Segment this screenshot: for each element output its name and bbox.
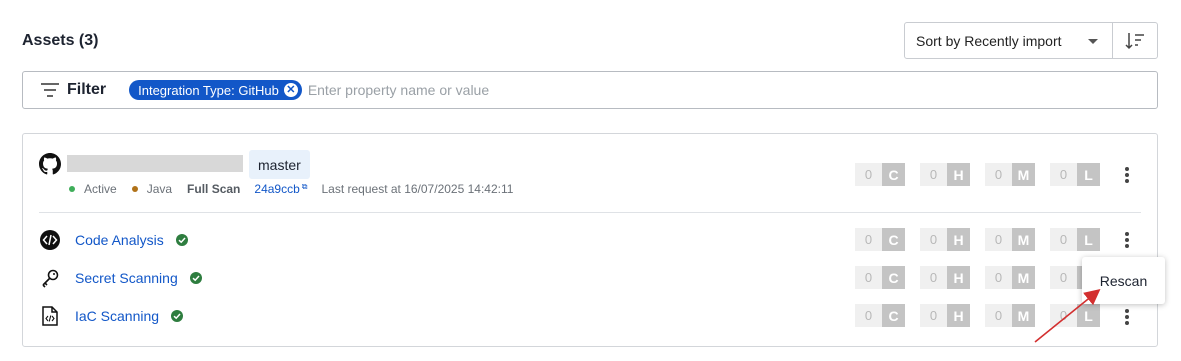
commit-link[interactable]: 24a9ccb ⧉ xyxy=(254,182,307,196)
language-dot xyxy=(131,186,138,192)
filter-bar: Filter Integration Type: GitHub ✕ xyxy=(22,71,1158,109)
github-icon xyxy=(39,153,61,175)
scan-row-secret-scanning: Secret Scanning xyxy=(39,267,202,289)
sort-direction-button[interactable] xyxy=(1113,23,1157,58)
scan-row-code-analysis: Code Analysis xyxy=(39,229,188,251)
severity-high: 0H xyxy=(920,228,970,251)
scan-link-code-analysis[interactable]: Code Analysis xyxy=(75,232,164,248)
check-circle-icon xyxy=(189,272,202,284)
severity-count: 0 xyxy=(985,304,1012,327)
filter-chip-integration-type[interactable]: Integration Type: GitHub ✕ xyxy=(129,80,302,100)
filter-input[interactable] xyxy=(307,82,908,98)
severity-count: 0 xyxy=(1050,228,1077,251)
severity-count: 0 xyxy=(855,266,882,289)
sort-dropdown[interactable]: Sort by Recently import xyxy=(905,23,1113,58)
chevron-down-icon xyxy=(1088,39,1098,44)
severity-letter: C xyxy=(882,304,905,327)
severity-medium: 0M xyxy=(985,266,1035,289)
severity-count: 0 xyxy=(920,228,947,251)
severity-letter: M xyxy=(1012,228,1035,251)
severity-low: 0L xyxy=(1050,228,1100,251)
asset-kebab-menu-button[interactable] xyxy=(1121,165,1133,185)
last-request: Last request at 16/07/2025 14:42:11 xyxy=(321,182,514,196)
language-text: Java xyxy=(146,182,173,196)
check-circle-icon xyxy=(175,234,188,246)
severity-count: 0 xyxy=(1050,266,1077,289)
status-indicator: Active xyxy=(69,182,117,196)
severity-letter: L xyxy=(1077,304,1100,327)
scan-type: Full Scan xyxy=(187,182,241,196)
scan-severity-iac-scanning: 0C 0H 0M 0L xyxy=(855,304,1115,327)
code-brackets-icon xyxy=(39,229,61,251)
commit-hash: 24a9ccb xyxy=(254,182,300,196)
severity-letter: M xyxy=(1012,163,1035,186)
severity-count: 0 xyxy=(920,266,947,289)
severity-letter: L xyxy=(1077,228,1100,251)
filter-button[interactable]: Filter xyxy=(41,81,106,99)
severity-letter: C xyxy=(882,228,905,251)
language-indicator: Java xyxy=(131,182,173,196)
sort-descending-icon xyxy=(1125,32,1144,49)
status-text: Active xyxy=(84,182,117,196)
severity-count: 0 xyxy=(855,304,882,327)
status-dot xyxy=(69,186,75,192)
severity-medium: 0M xyxy=(985,228,1035,251)
severity-letter: H xyxy=(947,228,970,251)
check-circle-icon xyxy=(171,310,184,322)
scan-link-iac-scanning[interactable]: IaC Scanning xyxy=(75,308,159,324)
severity-letter: L xyxy=(1077,163,1100,186)
severity-count: 0 xyxy=(920,304,947,327)
severity-count: 0 xyxy=(1050,304,1077,327)
severity-count: 0 xyxy=(985,228,1012,251)
severity-letter: M xyxy=(1012,266,1035,289)
severity-high: 0H xyxy=(920,266,970,289)
severity-count: 0 xyxy=(1050,163,1077,186)
code-file-icon xyxy=(39,305,61,327)
filter-label: Filter xyxy=(67,81,107,98)
severity-letter: H xyxy=(947,304,970,327)
severity-letter: M xyxy=(1012,304,1035,327)
severity-low: 0L xyxy=(1050,163,1100,186)
sort-label: Sort by Recently import xyxy=(916,32,1062,49)
severity-letter: H xyxy=(947,163,970,186)
severity-count: 0 xyxy=(920,163,947,186)
branch-badge: master xyxy=(249,150,310,179)
scan-kebab-menu-button[interactable] xyxy=(1121,230,1133,250)
severity-high: 0H xyxy=(920,304,970,327)
severity-critical: 0C xyxy=(855,266,905,289)
asset-severity-summary: 0C 0H 0M 0L xyxy=(855,163,1115,186)
asset-meta: Active Java Full Scan 24a9ccb ⧉ Last req… xyxy=(69,182,513,196)
scan-link-secret-scanning[interactable]: Secret Scanning xyxy=(75,270,178,286)
asset-card: master Active Java Full Scan 24a9ccb ⧉ L… xyxy=(22,133,1158,347)
severity-high: 0H xyxy=(920,163,970,186)
severity-critical: 0C xyxy=(855,304,905,327)
severity-medium: 0M xyxy=(985,304,1035,327)
repo-name-redacted[interactable] xyxy=(67,155,243,172)
severity-count: 0 xyxy=(855,228,882,251)
severity-count: 0 xyxy=(855,163,882,186)
severity-count: 0 xyxy=(985,266,1012,289)
rescan-menu-item[interactable]: Rescan xyxy=(1082,257,1165,304)
card-divider xyxy=(39,212,1141,213)
severity-letter: H xyxy=(947,266,970,289)
scan-severity-code-analysis: 0C 0H 0M 0L xyxy=(855,228,1115,251)
close-circle-icon[interactable]: ✕ xyxy=(283,83,298,97)
severity-critical: 0C xyxy=(855,228,905,251)
scan-kebab-menu-button[interactable] xyxy=(1121,307,1133,327)
severity-letter: C xyxy=(882,163,905,186)
filter-chip-label: Integration Type: GitHub xyxy=(138,82,279,98)
severity-medium: 0M xyxy=(985,163,1035,186)
severity-critical: 0C xyxy=(855,163,905,186)
assets-title: Assets (3) xyxy=(22,32,99,49)
external-link-icon: ⧉ xyxy=(301,182,308,191)
sort-control: Sort by Recently import xyxy=(904,22,1158,59)
severity-letter: C xyxy=(882,266,905,289)
key-icon xyxy=(39,267,61,289)
severity-count: 0 xyxy=(985,163,1012,186)
filter-lines-icon xyxy=(41,83,59,97)
severity-low: 0L xyxy=(1050,304,1100,327)
scan-row-iac-scanning: IaC Scanning xyxy=(39,305,184,327)
scan-severity-secret-scanning: 0C 0H 0M 0L xyxy=(855,266,1115,289)
